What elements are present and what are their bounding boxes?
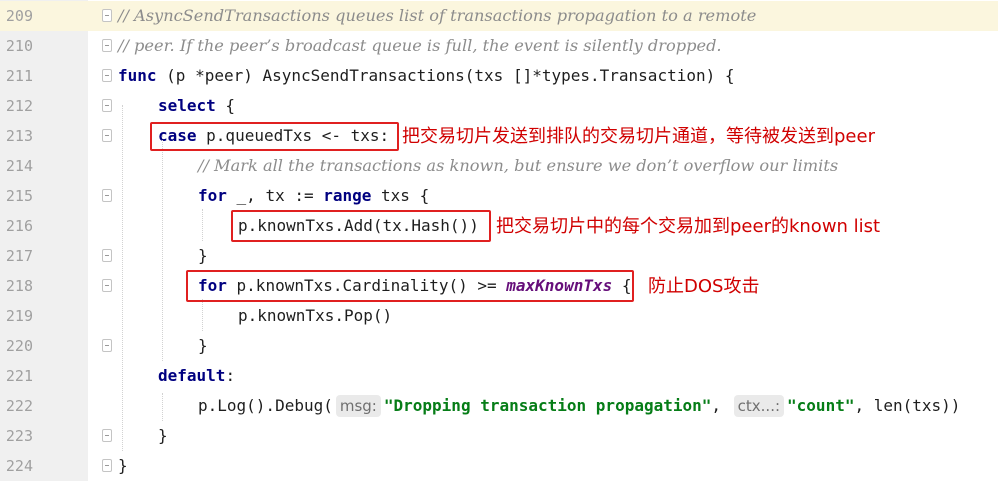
comment-line: // Mark all the transactions as known, b…: [198, 156, 839, 175]
line-number: 216: [5, 217, 33, 235]
line-number: 213: [5, 127, 33, 145]
closing-brace: }: [198, 246, 208, 265]
indent-guide: [162, 393, 164, 421]
code-line-214[interactable]: 214 // Mark all the transactions as know…: [0, 151, 998, 181]
indent-guide: [202, 299, 204, 331]
annotation-mark-known: 把交易切片中的每个交易加到peer的known list: [496, 216, 881, 237]
pop-call: p.knownTxs.Pop(): [238, 306, 393, 325]
fold-toggle-icon[interactable]: [102, 99, 112, 112]
code-text: ,: [711, 396, 731, 415]
func-declaration: func (p *peer) AsyncSendTransactions(txs…: [118, 61, 735, 91]
fold-toggle-icon[interactable]: [102, 39, 112, 52]
highlight-box-case: [150, 122, 399, 151]
line-number: 224: [5, 457, 33, 475]
keyword: default: [158, 366, 226, 385]
param-hint: msg:: [335, 395, 381, 417]
code-line-221[interactable]: 221 default:: [0, 361, 998, 391]
code-text: txs {: [371, 186, 430, 205]
fold-toggle-icon[interactable]: [102, 459, 112, 472]
code-text: :: [225, 366, 236, 385]
indent-guide: [162, 135, 164, 361]
fold-toggle-icon[interactable]: [102, 249, 112, 262]
fold-toggle-icon[interactable]: [102, 189, 112, 202]
code-line-219[interactable]: 219 p.knownTxs.Pop(): [0, 301, 998, 331]
line-number: 215: [5, 187, 33, 205]
code-line-224[interactable]: 224 }: [0, 451, 998, 481]
line-number: 221: [5, 367, 33, 385]
debug-log-call: p.Log().Debug(msg: "Dropping transaction …: [198, 391, 960, 421]
indent-guide: [202, 209, 204, 241]
keyword: func: [118, 66, 157, 85]
indent-guide: [122, 105, 124, 451]
fold-toggle-icon[interactable]: [102, 69, 112, 82]
closing-brace: }: [118, 456, 128, 475]
code-text: (p *peer) AsyncSendTransactions(txs []*t…: [156, 66, 735, 85]
code-text: p.Log().Debug(: [198, 396, 333, 415]
code-line-211[interactable]: 211 func (p *peer) AsyncSendTransactions…: [0, 61, 998, 91]
annotation-prevent-dos: 防止DOS攻击: [648, 276, 760, 297]
string-literal: "Dropping transaction propagation": [383, 396, 712, 415]
code-line-223[interactable]: 223 }: [0, 421, 998, 451]
comment-line: // peer. If the peer’s broadcast queue i…: [118, 36, 722, 55]
keyword: range: [323, 186, 372, 205]
code-line-212[interactable]: 212 select {: [0, 91, 998, 121]
param-hint: ctx...:: [733, 395, 785, 417]
line-number: 222: [5, 397, 33, 415]
line-number: 211: [5, 67, 33, 85]
code-line-220[interactable]: 220 }: [0, 331, 998, 361]
line-number: 214: [5, 157, 33, 175]
fold-toggle-icon[interactable]: [102, 429, 112, 442]
fold-toggle-icon[interactable]: [102, 339, 112, 352]
line-number: 223: [5, 427, 33, 445]
code-text: _, tx :=: [226, 186, 324, 205]
fold-toggle-icon[interactable]: [102, 279, 112, 292]
line-number: 210: [5, 37, 33, 55]
code-text: , len(txs)): [854, 396, 961, 415]
closing-brace: }: [198, 336, 208, 355]
code-text: {: [215, 96, 236, 115]
comment-line: // AsyncSendTransactions queues list of …: [118, 6, 757, 25]
line-number: 218: [5, 277, 33, 295]
closing-brace: }: [158, 426, 168, 445]
line-number: 219: [5, 307, 33, 325]
code-line-215[interactable]: 215 for _, tx := range txs {: [0, 181, 998, 211]
line-number: 209: [5, 7, 33, 25]
default-case: default:: [158, 361, 235, 391]
highlight-box-add: [231, 210, 491, 242]
keyword: select: [158, 96, 216, 115]
code-line-209[interactable]: 209 // AsyncSendTransactions queues list…: [0, 1, 998, 31]
code-line-222[interactable]: 222 p.Log().Debug(msg: "Dropping transact…: [0, 391, 998, 421]
code-line-217[interactable]: 217 }: [0, 241, 998, 271]
code-line-210[interactable]: 210 // peer. If the peer’s broadcast que…: [0, 31, 998, 61]
line-number: 217: [5, 247, 33, 265]
string-literal: "count": [787, 396, 855, 415]
highlight-box-cardinality: [186, 270, 634, 302]
fold-toggle-icon[interactable]: [102, 129, 112, 142]
annotation-send-to-queue: 把交易切片发送到排队的交易切片通道，等待被发送到peer: [402, 126, 875, 147]
fold-toggle-icon[interactable]: [102, 9, 112, 22]
line-number: 212: [5, 97, 33, 115]
select-statement: select {: [158, 91, 235, 121]
line-number: 220: [5, 337, 33, 355]
keyword: for: [198, 186, 227, 205]
for-range-statement: for _, tx := range txs {: [198, 181, 429, 211]
